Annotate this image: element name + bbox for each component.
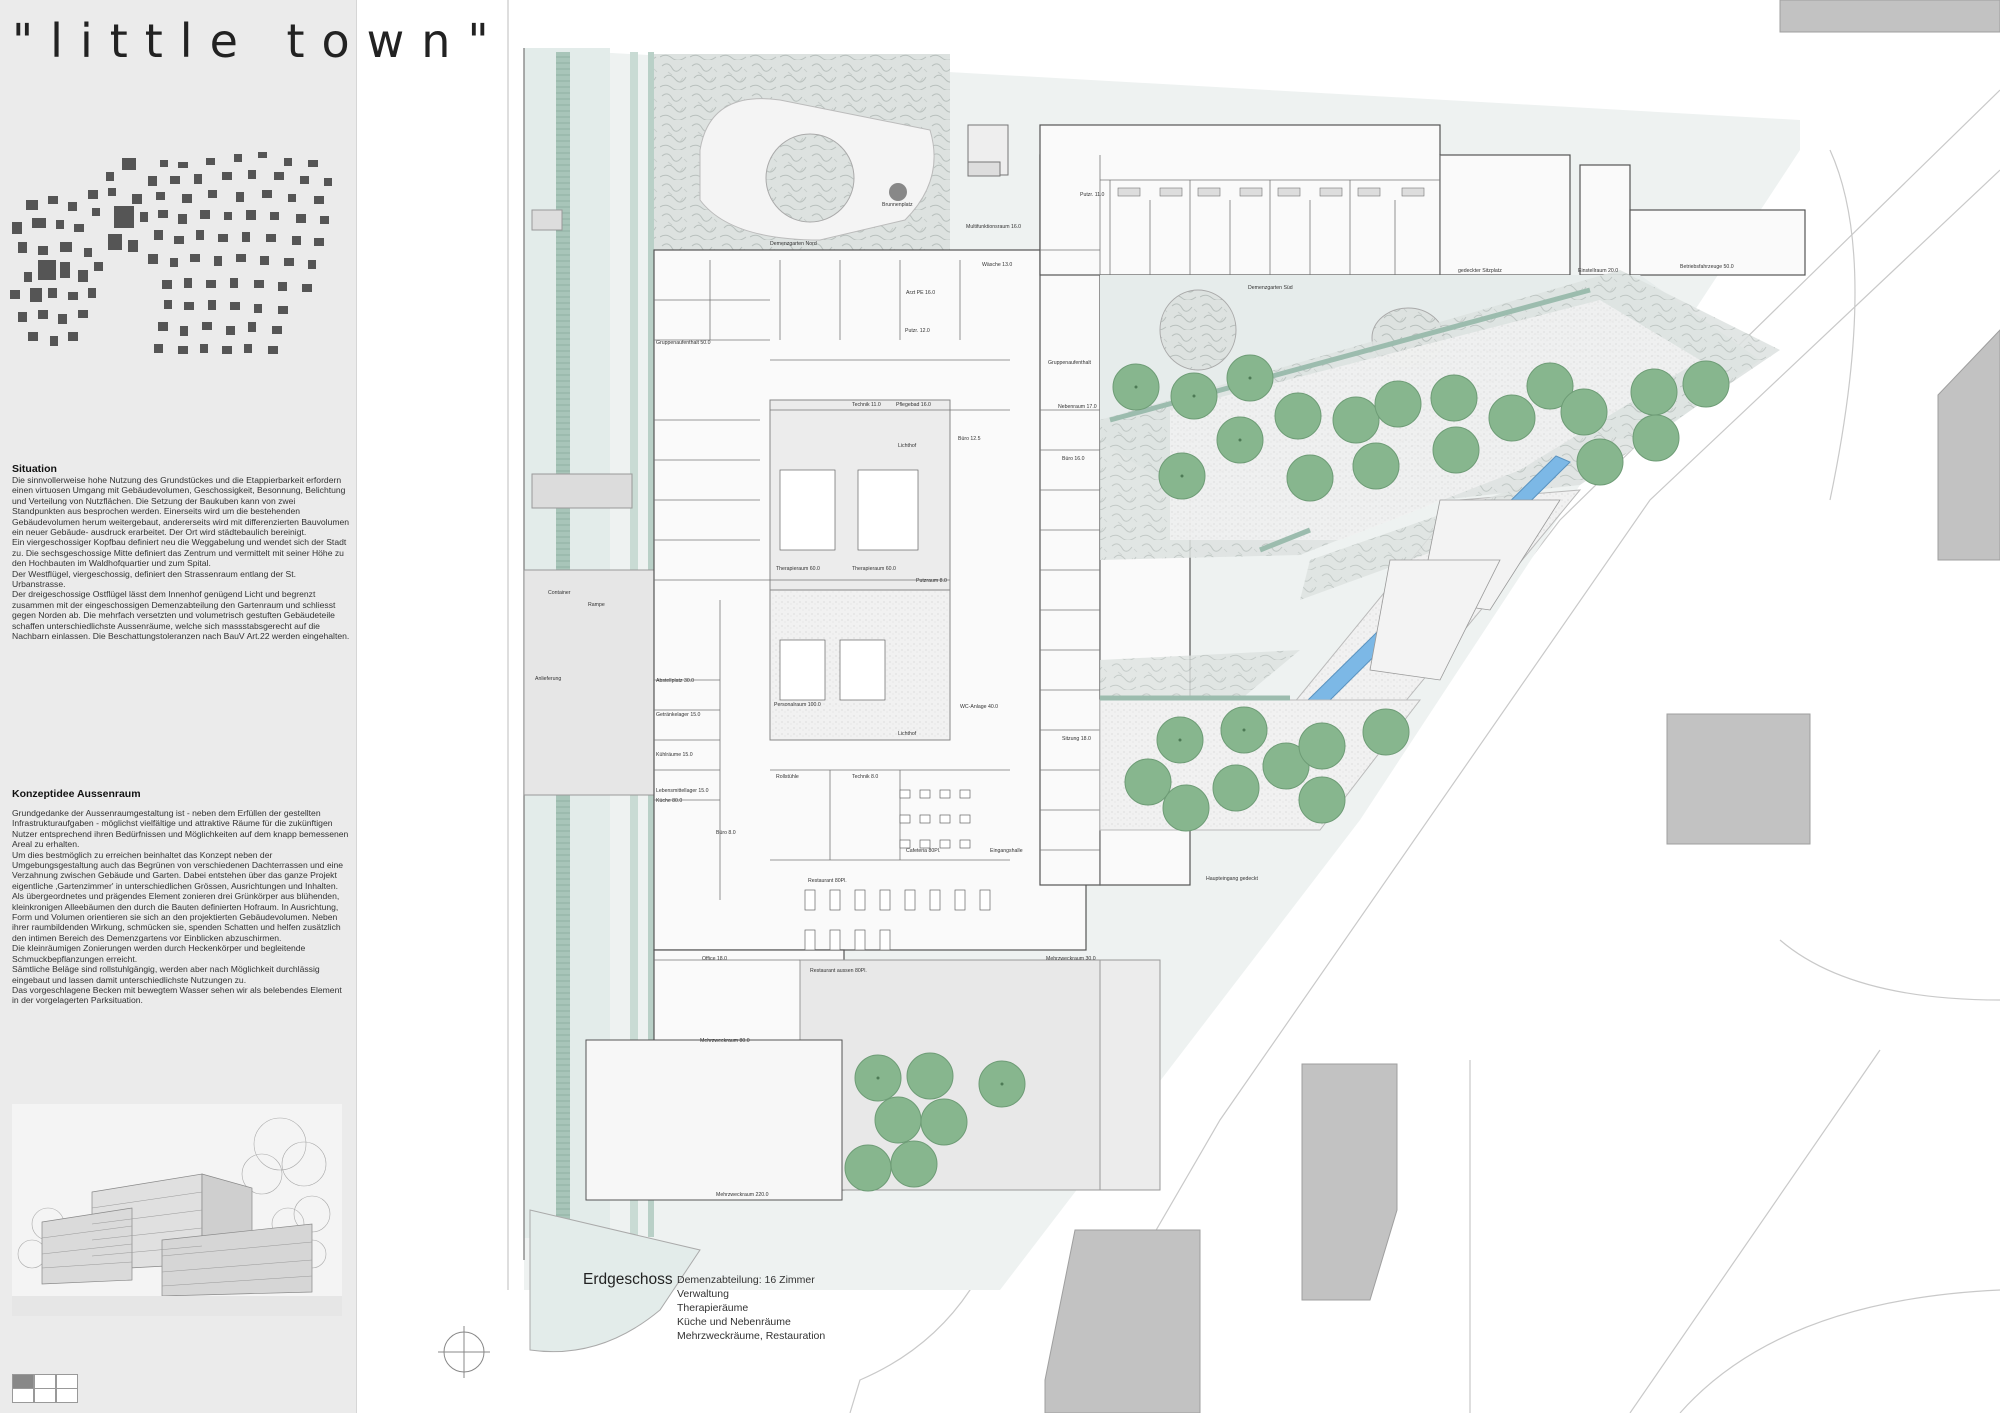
room-label: Restaurant aussen 80Pl. xyxy=(810,968,867,974)
room-label: Getränkelager 15.0 xyxy=(656,712,701,718)
room-label: Therapieraum 60.0 xyxy=(852,566,896,572)
room-label: Technik 11.0 xyxy=(852,402,881,408)
legend-demenz: Demenzabteilung: 16 Zimmer xyxy=(677,1274,815,1286)
room-label: WC-Anlage 40.0 xyxy=(960,704,998,710)
room-label: Cafeteria 80Pl. xyxy=(906,848,940,854)
room-label: Wäsche 13.0 xyxy=(982,262,1012,268)
room-label: Personalraum 100.0 xyxy=(774,702,821,708)
room-label: Pflegebad 16.0 xyxy=(896,402,931,408)
room-label: Container xyxy=(548,590,571,596)
room-label: Haupteingang gedeckt xyxy=(1206,876,1258,882)
legend-mehrzweck: Mehrzweckräume, Restauration xyxy=(677,1330,826,1342)
room-label: Lebensmittellager 15.0 xyxy=(656,788,709,794)
room-label: Sitzung 18.0 xyxy=(1062,736,1091,742)
room-label: Putzraum 8.0 xyxy=(916,578,947,584)
room-label: Putzr. 11.0 xyxy=(1080,192,1105,198)
room-label: Nebenraum 17.0 xyxy=(1058,404,1097,410)
room-label: Therapieraum 60.0 xyxy=(776,566,820,572)
room-label: Mehrzweckraum 80.0 xyxy=(700,1038,750,1044)
room-label: Gruppenaufenthalt 50.0 xyxy=(656,340,711,346)
room-label: Mehrzweckraum 220.0 xyxy=(716,1192,769,1198)
room-label: Office 18.0 xyxy=(702,956,727,962)
room-label: Küche 80.0 xyxy=(656,798,682,804)
legend-therapie: Therapieräume xyxy=(677,1302,749,1314)
room-label: Eingangshalle xyxy=(990,848,1023,854)
room-label: gedeckter Sitzplatz xyxy=(1458,268,1502,274)
room-label: Einstellraum 20.0 xyxy=(1578,268,1618,274)
room-label: Mehrzweckraum 30.0 xyxy=(1046,956,1096,962)
floor-label: Erdgeschoss xyxy=(583,1271,673,1288)
room-label: Rampe xyxy=(588,602,605,608)
room-label: Technik 8.0 xyxy=(852,774,878,780)
room-label: Demenzgarten Süd xyxy=(1248,285,1293,291)
room-label: Multifunktionsraum 16.0 xyxy=(966,224,1021,230)
room-label: Lichthof xyxy=(898,731,917,737)
legend-kueche: Küche und Nebenräume xyxy=(677,1316,791,1328)
room-label: Büro 8.0 xyxy=(716,830,736,836)
room-label: Restaurant 80Pl. xyxy=(808,878,847,884)
room-label: Putzr. 12.0 xyxy=(905,328,930,334)
room-label: Abstellplatz 30.0 xyxy=(656,678,694,684)
room-label: Lichthof xyxy=(898,443,917,449)
room-label: Arzt PE 16.0 xyxy=(906,290,935,296)
room-label: Gruppenaufenthalt xyxy=(1048,360,1092,366)
room-label: Kühlräume 15.0 xyxy=(656,752,693,758)
room-label: Brunnenplatz xyxy=(882,202,913,208)
room-label: Büro 16.0 xyxy=(1062,456,1085,462)
room-label: Rollstühle xyxy=(776,774,799,780)
site-floor-plan: Demenzgarten Nord Brunnenplatz Demenzgar… xyxy=(438,0,2000,1413)
room-label: Demenzgarten Nord xyxy=(770,241,817,247)
legend-verwaltung: Verwaltung xyxy=(677,1288,729,1300)
room-label: Büro 12.5 xyxy=(958,436,981,442)
room-label: Anlieferung xyxy=(535,676,561,682)
room-label: Betriebsfahrzeuge 50.0 xyxy=(1680,264,1734,270)
